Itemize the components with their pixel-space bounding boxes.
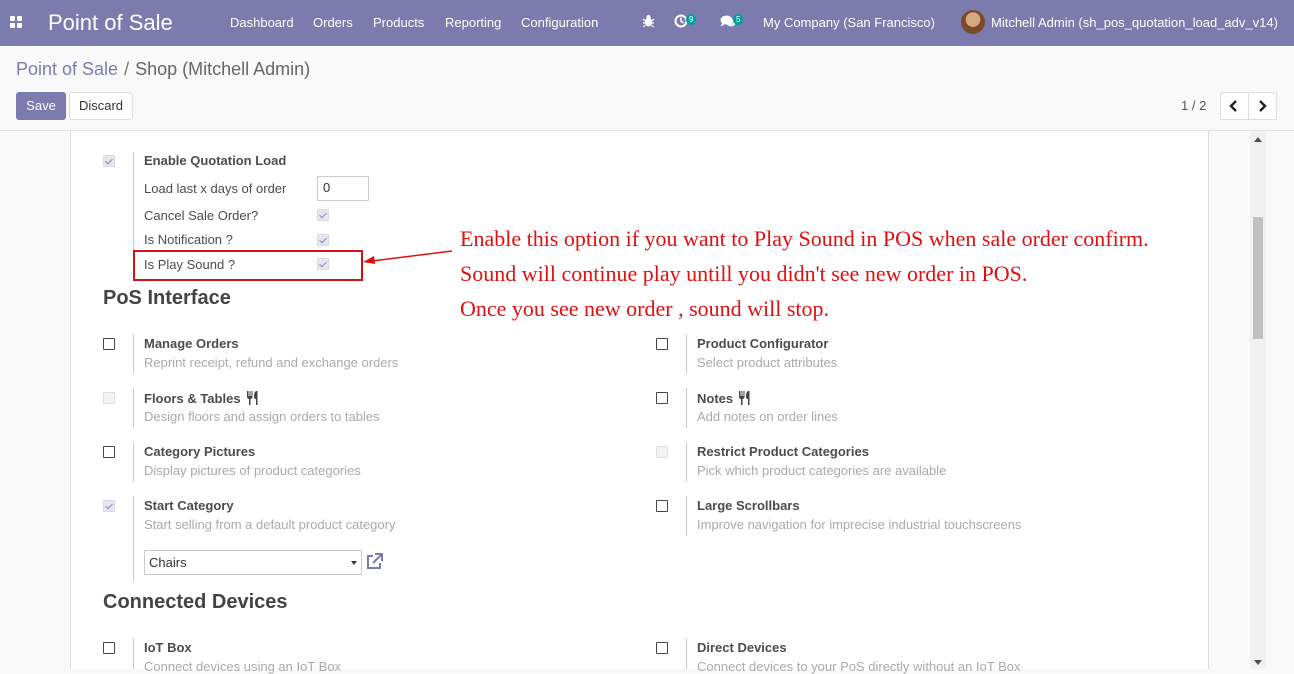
breadcrumb-parent[interactable]: Point of Sale — [16, 59, 118, 79]
scrollbar-thumb[interactable] — [1253, 217, 1263, 339]
activity-count-badge: 9 — [686, 14, 697, 25]
category-pictures-title: Category Pictures — [144, 444, 256, 459]
notes-checkbox[interactable] — [656, 392, 668, 404]
menu-configuration[interactable]: Configuration — [521, 15, 598, 30]
setting-divider — [686, 388, 687, 428]
large-scrollbars-desc: Improve navigation for imprecise industr… — [697, 517, 1022, 532]
setting-divider — [686, 638, 687, 669]
scroll-down-icon[interactable] — [1254, 660, 1262, 665]
messages-count-badge: 5 — [733, 14, 744, 25]
start-category-select[interactable]: Chairs — [144, 550, 362, 575]
annotation-line-1: Enable this option if you want to Play S… — [460, 226, 1149, 251]
chevron-right-icon — [1259, 100, 1267, 112]
setting-divider — [133, 388, 134, 428]
setting-divider — [133, 442, 134, 482]
restrict-categories-desc: Pick which product categories are availa… — [697, 463, 947, 478]
menu-products[interactable]: Products — [373, 15, 424, 30]
restrict-categories-title: Restrict Product Categories — [697, 444, 869, 459]
product-configurator-desc: Select product attributes — [697, 355, 838, 370]
restrict-categories-checkbox[interactable] — [656, 446, 668, 458]
notes-desc: Add notes on order lines — [697, 409, 838, 424]
setting-divider — [686, 334, 687, 374]
floors-tables-desc: Design floors and assign orders to table… — [144, 409, 380, 424]
user-menu[interactable]: Mitchell Admin (sh_pos_quotation_load_ad… — [991, 15, 1278, 30]
enable-quotation-load-checkbox[interactable] — [103, 155, 115, 167]
notification-checkbox[interactable] — [317, 234, 329, 246]
scroll-up-icon[interactable] — [1254, 137, 1262, 142]
play-sound-highlight-box — [133, 250, 363, 281]
setting-divider — [133, 638, 134, 669]
notes-row: Notes — [697, 390, 753, 406]
menu-dashboard[interactable]: Dashboard — [230, 15, 294, 30]
connected-devices-title: Connected Devices — [103, 591, 288, 613]
caret-down-icon — [351, 561, 357, 565]
apps-grid-icon[interactable] — [10, 16, 22, 28]
pager-value[interactable]: 1 / 2 — [1181, 98, 1206, 113]
top-navbar: Point of Sale Dashboard Orders Products … — [0, 0, 1294, 46]
days-input[interactable]: 0 — [317, 176, 369, 201]
bug-icon[interactable] — [642, 14, 655, 31]
floors-tables-title: Floors & Tables — [144, 391, 241, 406]
save-button[interactable]: Save — [16, 92, 66, 120]
start-category-desc: Start selling from a default product cat… — [144, 517, 396, 532]
menu-orders[interactable]: Orders — [313, 15, 353, 30]
floors-tables-checkbox[interactable] — [103, 392, 115, 404]
cancel-sale-order-checkbox[interactable] — [317, 209, 329, 221]
iot-box-desc: Connect devices using an IoT Box — [144, 659, 342, 674]
product-configurator-title: Product Configurator — [697, 336, 829, 351]
direct-devices-desc: Connect devices to your PoS directly wit… — [697, 659, 1021, 674]
setting-divider — [133, 334, 134, 374]
start-category-title: Start Category — [144, 498, 234, 513]
start-category-checkbox[interactable] — [103, 500, 115, 512]
floors-tables-row: Floors & Tables — [144, 390, 261, 406]
discard-button[interactable]: Discard — [69, 92, 133, 120]
iot-box-title: IoT Box — [144, 640, 192, 655]
breadcrumb-current: Shop (Mitchell Admin) — [135, 59, 311, 79]
notification-label: Is Notification ? — [144, 232, 233, 247]
pager-next-button[interactable] — [1248, 92, 1277, 120]
iot-box-checkbox[interactable] — [103, 642, 115, 654]
app-title[interactable]: Point of Sale — [48, 10, 173, 36]
annotation-line-3: Once you see new order , sound will stop… — [460, 296, 830, 321]
direct-devices-checkbox[interactable] — [656, 642, 668, 654]
manage-orders-title: Manage Orders — [144, 336, 239, 351]
breadcrumb-separator: / — [124, 59, 130, 79]
pager-previous-button[interactable] — [1220, 92, 1249, 120]
pos-interface-title: PoS Interface — [103, 287, 231, 309]
cancel-sale-order-label: Cancel Sale Order? — [144, 208, 259, 223]
product-configurator-checkbox[interactable] — [656, 338, 668, 350]
large-scrollbars-title: Large Scrollbars — [697, 498, 800, 513]
large-scrollbars-checkbox[interactable] — [656, 500, 668, 512]
direct-devices-title: Direct Devices — [697, 640, 787, 655]
category-pictures-desc: Display pictures of product categories — [144, 463, 361, 478]
enable-quotation-load-label: Enable Quotation Load — [144, 153, 287, 168]
setting-divider — [686, 496, 687, 536]
page-scrollbar[interactable] — [1250, 131, 1266, 669]
notes-title: Notes — [697, 391, 734, 406]
days-label: Load last x days of order — [144, 181, 287, 196]
fork-knife-icon — [739, 391, 750, 405]
annotation-line-2: Sound will continue play untill you didn… — [460, 261, 1028, 286]
manage-orders-desc: Reprint receipt, refund and exchange ord… — [144, 355, 399, 370]
avatar[interactable] — [961, 10, 985, 34]
setting-divider — [133, 496, 134, 582]
manage-orders-checkbox[interactable] — [103, 338, 115, 350]
external-link-icon[interactable] — [365, 553, 384, 571]
start-category-value: Chairs — [149, 555, 187, 570]
company-switcher[interactable]: My Company (San Francisco) — [763, 15, 935, 30]
breadcrumb: Point of Sale / Shop (Mitchell Admin) — [16, 59, 310, 80]
setting-divider — [686, 442, 687, 482]
category-pictures-checkbox[interactable] — [103, 446, 115, 458]
menu-reporting[interactable]: Reporting — [445, 15, 501, 30]
chevron-left-icon — [1229, 100, 1237, 112]
fork-knife-icon — [246, 391, 258, 405]
annotation-arrow — [363, 250, 453, 264]
